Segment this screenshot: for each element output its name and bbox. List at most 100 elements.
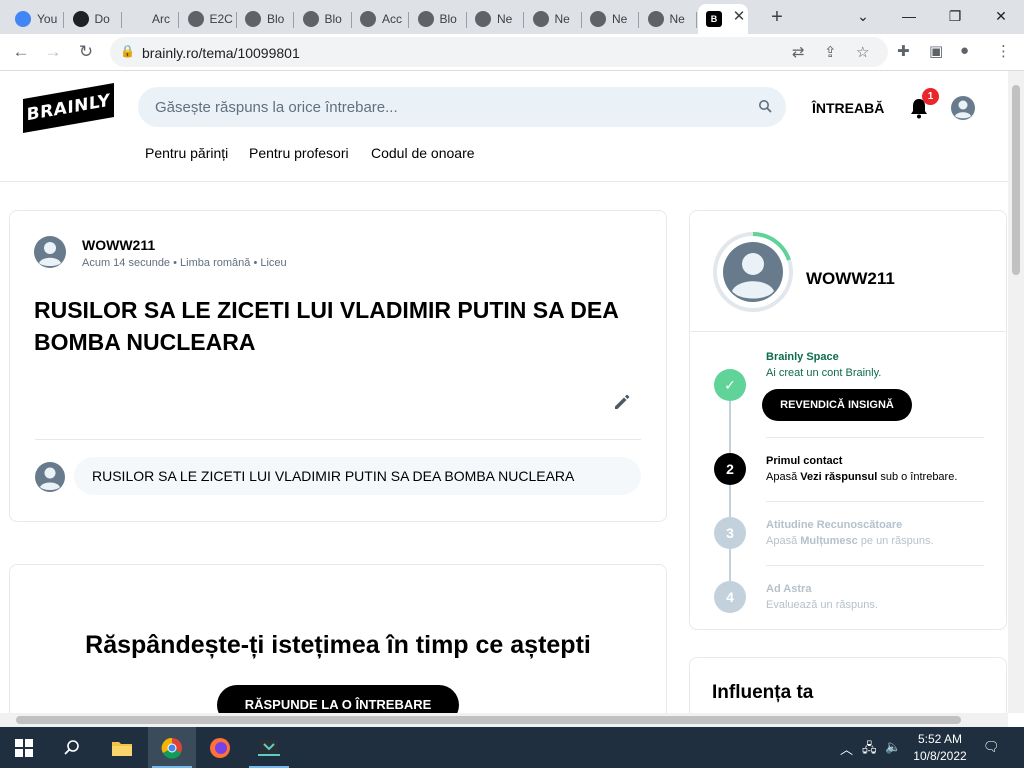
- step-separator: [766, 501, 984, 502]
- notification-count-badge: 1: [922, 88, 939, 105]
- windows-taskbar: ︿ 🖧 🔈 5:52 AM 10/8/2022 🗨: [0, 727, 1024, 768]
- address-bar[interactable]: 🔒 brainly.ro/tema/10099801 ⇄ ⇪ ☆: [110, 37, 888, 67]
- browser-tab[interactable]: Ne: [467, 4, 524, 34]
- browser-tab[interactable]: Arc: [122, 4, 179, 34]
- clock-date: 10/8/2022: [913, 749, 967, 763]
- browser-tab[interactable]: Ne: [640, 4, 697, 34]
- step-desc-bold: Mulțumesc: [800, 535, 858, 547]
- globe-icon: [245, 11, 261, 27]
- browser-tab[interactable]: E2C: [180, 4, 237, 34]
- browser-tab-label: Acc: [382, 12, 403, 26]
- vertical-scrollbar[interactable]: [1008, 71, 1024, 713]
- step-desc-pre: Apasă: [766, 535, 801, 547]
- side-panel-icon[interactable]: ▣: [929, 42, 943, 60]
- notification-center-icon[interactable]: 🗨: [983, 739, 1000, 755]
- windows-start-icon[interactable]: [0, 727, 48, 768]
- search-input[interactable]: [155, 97, 745, 117]
- question-title: RUSILOR SA LE ZICETI LUI VLADIMIR PUTIN …: [34, 297, 618, 355]
- browser-tab-label: Ne: [554, 12, 570, 26]
- browser-tab-strip: You Do Arc E2C Blo Blo Acc Blo Ne Ne Ne Ne B ✕ + ⌄ …: [0, 0, 1024, 34]
- question-comment[interactable]: RUSILOR SA LE ZICETI LUI VLADIMIR PUTIN …: [74, 457, 641, 495]
- author-avatar-icon[interactable]: [33, 235, 67, 269]
- firefox-icon[interactable]: [196, 727, 244, 768]
- step-separator: [766, 437, 984, 438]
- forward-arrow-icon[interactable]: →: [41, 40, 65, 64]
- browser-toolbar: ← → ↻ 🔒 brainly.ro/tema/10099801 ⇄ ⇪ ☆ ✚…: [0, 34, 1024, 71]
- google-icon: [15, 11, 31, 27]
- network-icon[interactable]: 🖧: [862, 739, 877, 761]
- answer-question-button[interactable]: RĂSPUNDE LA O ÎNTREBARE: [217, 685, 459, 713]
- question-level: Liceu: [260, 257, 287, 269]
- search-bar[interactable]: [138, 87, 786, 127]
- profile-username[interactable]: WOWW211: [806, 269, 895, 289]
- horizontal-scrollbar[interactable]: [0, 713, 1008, 727]
- browser-tab[interactable]: Blo: [237, 4, 294, 34]
- nav-parents-link[interactable]: Pentru părinți: [145, 145, 228, 161]
- browser-tab[interactable]: Ne: [582, 4, 639, 34]
- search-icon[interactable]: [758, 99, 772, 113]
- translate-icon[interactable]: ⇄: [792, 43, 805, 61]
- question-subject[interactable]: Limba română: [180, 257, 250, 269]
- globe-icon: [187, 11, 204, 27]
- browser-tab[interactable]: Do: [65, 4, 122, 34]
- claim-badge-button[interactable]: REVENDICĂ INSIGNĂ: [762, 389, 912, 421]
- share-icon[interactable]: ⇪: [824, 43, 837, 61]
- minimize-button[interactable]: —: [886, 2, 932, 30]
- profile-avatar-ring[interactable]: [712, 231, 794, 313]
- globe-icon: [417, 11, 434, 27]
- web-page: BRAINLY ÎNTREABĂ 1 Pentru părinți Pentru…: [0, 71, 1008, 713]
- question-author[interactable]: WOWW211: [82, 237, 155, 253]
- influence-heading: Influența ta: [712, 682, 814, 703]
- step-number: 4: [714, 581, 746, 613]
- bookmark-star-icon[interactable]: ☆: [856, 43, 869, 61]
- scrollbar-thumb[interactable]: [1012, 85, 1020, 275]
- browser-tab-label: Ne: [669, 12, 685, 26]
- chrome-taskbar-icon[interactable]: [148, 727, 196, 768]
- chrome-icon: [590, 11, 606, 27]
- ask-question-link[interactable]: ÎNTREABĂ: [812, 100, 884, 116]
- taskbar-search-icon[interactable]: [48, 727, 96, 768]
- file-explorer-icon[interactable]: [98, 727, 146, 768]
- step-connector: [729, 484, 731, 518]
- extensions-icon[interactable]: ✚: [897, 42, 910, 60]
- browser-tab[interactable]: Ne: [525, 4, 582, 34]
- url-text: brainly.ro/tema/10099801: [142, 45, 300, 61]
- back-arrow-icon[interactable]: ←: [9, 40, 33, 64]
- step-title: Brainly Space: [766, 351, 839, 363]
- close-window-button[interactable]: ✕: [978, 2, 1024, 30]
- app-taskbar-icon[interactable]: [245, 727, 293, 768]
- question-meta: Acum 14 secunde • Limba română • Liceu: [82, 257, 287, 269]
- step-done-check-icon: ✓: [714, 369, 746, 401]
- step-desc: Apasă Vezi răspunsul sub o întrebare.: [766, 471, 957, 483]
- restore-button[interactable]: ❐: [932, 2, 978, 30]
- browser-tab[interactable]: Acc: [352, 4, 409, 34]
- browser-tab-label: E2C: [209, 12, 233, 26]
- close-tab-icon[interactable]: ✕: [729, 7, 749, 27]
- scrollbar-thumb[interactable]: [16, 716, 961, 724]
- profile-icon[interactable]: ●: [960, 42, 969, 59]
- tray-chevron-icon[interactable]: ︿: [840, 739, 853, 758]
- step-desc-bold: Vezi răspunsul: [800, 471, 878, 483]
- browser-tab-label: Blo: [267, 12, 285, 26]
- docs-icon: [72, 11, 89, 27]
- step-desc: Apasă Mulțumesc pe un răspuns.: [766, 535, 934, 547]
- question-divider: [35, 439, 641, 440]
- menu-kebab-icon[interactable]: ⋮: [996, 42, 1011, 60]
- tab-search-icon[interactable]: ⌄: [840, 2, 886, 30]
- browser-tab-label: Blo: [324, 12, 342, 26]
- globe-icon: [360, 11, 376, 27]
- brainly-logo[interactable]: BRAINLY: [23, 82, 114, 134]
- meta-dot: •: [173, 257, 181, 269]
- step-desc-post: sub o întrebare.: [877, 471, 958, 483]
- user-avatar-icon[interactable]: [950, 95, 976, 121]
- browser-tab[interactable]: You: [7, 4, 64, 34]
- browser-tab[interactable]: Blo: [295, 4, 352, 34]
- reload-icon[interactable]: ↻: [74, 40, 98, 64]
- edit-pencil-icon[interactable]: [612, 392, 632, 412]
- nav-teachers-link[interactable]: Pentru profesori: [249, 145, 349, 161]
- volume-icon[interactable]: 🔈: [885, 739, 901, 755]
- new-tab-button[interactable]: +: [766, 6, 788, 28]
- nav-honor-code-link[interactable]: Codul de onoare: [371, 145, 475, 161]
- browser-tab[interactable]: Blo: [410, 4, 467, 34]
- taskbar-clock[interactable]: 5:52 AM 10/8/2022: [908, 731, 972, 765]
